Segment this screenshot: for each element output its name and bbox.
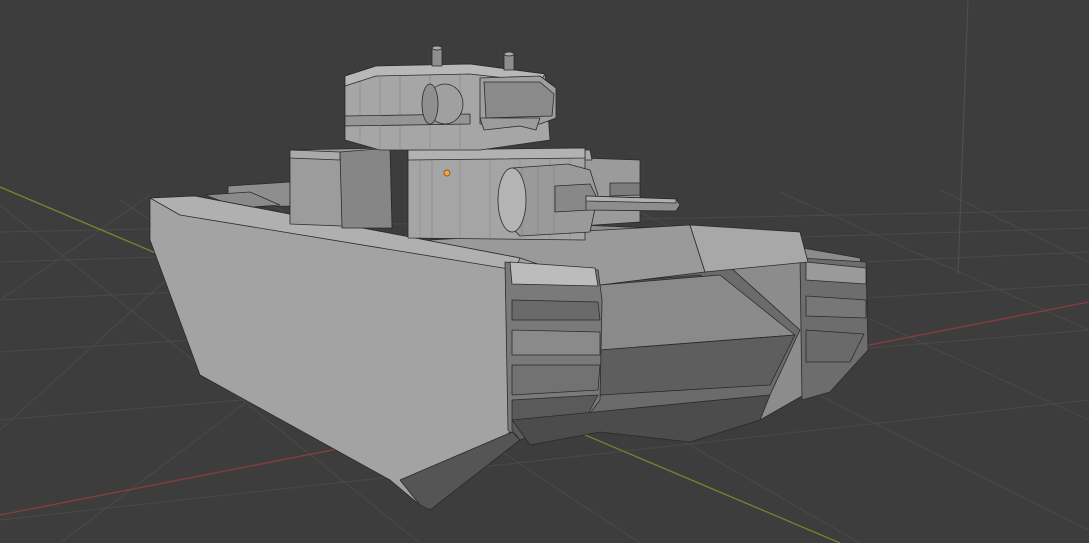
z-axis-line — [957, 0, 969, 276]
object-origin-icon[interactable] — [443, 169, 451, 177]
3d-viewport[interactable] — [0, 0, 1089, 543]
tank-model[interactable] — [149, 45, 869, 511]
viewport-canvas[interactable] — [0, 0, 1089, 543]
